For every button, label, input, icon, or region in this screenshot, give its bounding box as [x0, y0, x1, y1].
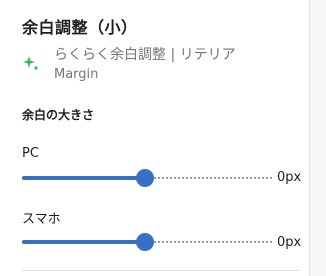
- smartphone-slider[interactable]: [22, 232, 274, 252]
- block-subtitle: Margin: [54, 67, 99, 82]
- sparkle-icon: [22, 54, 42, 74]
- scrollbar[interactable]: [309, 0, 326, 276]
- slider-thumb[interactable]: [136, 233, 154, 251]
- block-settings-panel: 余白調整（小） らくらく余白調整 | リテリア Margin 余白の大きさ PC…: [0, 0, 310, 276]
- section-title: 余白の大きさ: [22, 108, 95, 122]
- slider-track: [22, 240, 145, 244]
- panel-title: 余白調整（小）: [22, 18, 138, 37]
- pc-slider[interactable]: [22, 168, 274, 188]
- block-title: らくらく余白調整 | リテリア: [54, 47, 236, 63]
- smartphone-label: スマホ: [22, 212, 61, 227]
- divider: [22, 270, 300, 271]
- smartphone-value: 0px: [277, 235, 302, 250]
- block-card: らくらく余白調整 | リテリア Margin: [22, 42, 292, 88]
- pc-label: PC: [22, 146, 39, 161]
- pc-value: 0px: [277, 170, 302, 185]
- slider-thumb[interactable]: [136, 169, 154, 187]
- slider-track: [22, 176, 145, 180]
